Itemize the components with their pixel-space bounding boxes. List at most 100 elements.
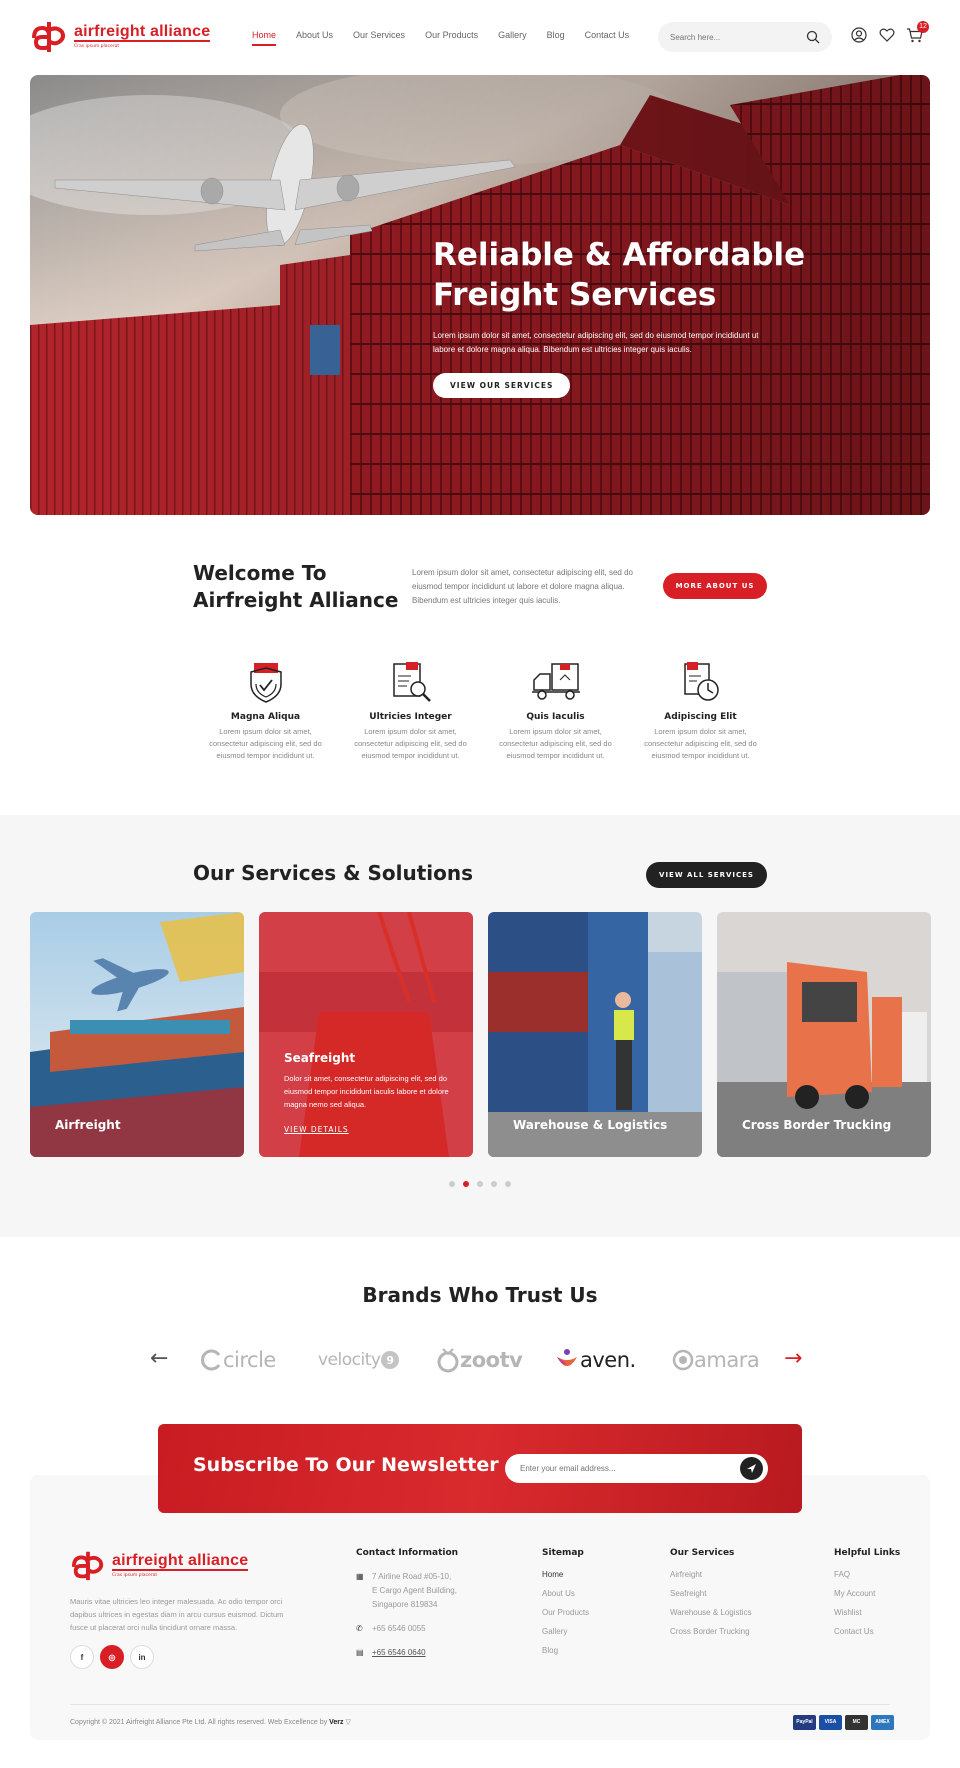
aven-logo-icon xyxy=(557,1349,577,1366)
view-details-link[interactable]: VIEW DETAILS xyxy=(284,1125,349,1134)
social-links: f ◎ in xyxy=(70,1645,154,1669)
feature-title: Adipiscing Elit xyxy=(664,712,737,722)
footer-link-home[interactable]: Home xyxy=(542,1570,589,1579)
phone-icon: ✆ xyxy=(356,1624,363,1633)
contact-fax: ▤ +65 6546 0640 xyxy=(356,1646,506,1660)
site-logo[interactable]: airfreight alliance Cras ipsum placerat xyxy=(30,18,211,54)
logo-name: airfreight alliance xyxy=(74,23,211,42)
clock-document-icon xyxy=(683,662,719,701)
paypal-icon: PayPal xyxy=(793,1715,816,1730)
hero-subtitle: Lorem ipsum dolor sit amet, consectetur … xyxy=(433,331,759,354)
brand-logo-aven: aven. xyxy=(554,1345,636,1375)
features-row: Magna Aliqua Lorem ipsum dolor sit amet,… xyxy=(193,660,773,762)
feature-item: Magna Aliqua Lorem ipsum dolor sit amet,… xyxy=(193,660,338,762)
facebook-icon[interactable]: f xyxy=(70,1645,94,1669)
instagram-icon[interactable]: ◎ xyxy=(100,1645,124,1669)
footer-link-contact-us[interactable]: Contact Us xyxy=(834,1627,900,1636)
linkedin-icon[interactable]: in xyxy=(130,1645,154,1669)
brands-next-arrow[interactable]: → xyxy=(784,1348,802,1370)
heart-icon[interactable] xyxy=(878,26,896,44)
feature-description: Lorem ipsum dolor sit amet, consectetur … xyxy=(209,727,322,760)
service-card-airfreight[interactable]: Airfreight xyxy=(30,912,244,1157)
nav-our-products[interactable]: Our Products xyxy=(425,30,478,46)
carousel-dots xyxy=(449,1181,511,1187)
nav-our-services[interactable]: Our Services xyxy=(353,30,405,46)
nav-gallery[interactable]: Gallery xyxy=(498,30,527,46)
hero-title-line-2: Freight Services xyxy=(433,277,717,313)
footer-sitemap-column: Sitemap Home About Us Our Products Galle… xyxy=(542,1548,589,1665)
newsletter-email-input[interactable] xyxy=(505,1454,768,1483)
zootv-logo-icon xyxy=(437,1348,459,1373)
footer-logo[interactable]: airfreight alliance Cras ipsum placerat xyxy=(70,1548,249,1582)
feature-description: Lorem ipsum dolor sit amet, consectetur … xyxy=(499,727,612,760)
feature-title: Ultricies Integer xyxy=(369,712,452,722)
footer-link-airfreight[interactable]: Airfreight xyxy=(670,1570,752,1579)
footer-link-wishlist[interactable]: Wishlist xyxy=(834,1608,900,1617)
footer-link-faq[interactable]: FAQ xyxy=(834,1570,900,1579)
feature-title: Quis Iaculis xyxy=(526,712,585,722)
footer-logo-tagline: Cras ipsum placerat xyxy=(112,1573,158,1578)
footer-helpful-column: Helpful Links FAQ My Account Wishlist Co… xyxy=(834,1548,900,1646)
newsletter-title: Subscribe To Our Newsletter xyxy=(193,1454,499,1476)
carousel-dot[interactable] xyxy=(491,1181,497,1187)
carousel-dot[interactable] xyxy=(505,1181,511,1187)
circle-logo-icon xyxy=(201,1349,221,1371)
footer-link-about-us[interactable]: About Us xyxy=(542,1589,589,1598)
footer-helpful-title: Helpful Links xyxy=(834,1548,901,1558)
footer-link-blog[interactable]: Blog xyxy=(542,1646,589,1655)
amara-logo-icon xyxy=(672,1349,694,1371)
service-card-label: Cross Border Trucking xyxy=(742,1118,892,1132)
more-about-us-button[interactable]: MORE ABOUT US xyxy=(663,573,767,599)
send-icon xyxy=(747,1464,756,1473)
search-icon[interactable] xyxy=(806,30,820,44)
footer-link-my-account[interactable]: My Account xyxy=(834,1589,900,1598)
footer-link-our-products[interactable]: Our Products xyxy=(542,1608,589,1617)
newsletter-submit-button[interactable] xyxy=(740,1457,763,1480)
carousel-dot[interactable] xyxy=(477,1181,483,1187)
view-all-services-button[interactable]: VIEW ALL SERVICES xyxy=(646,862,767,888)
shield-box-icon xyxy=(249,663,282,703)
document-search-icon xyxy=(392,662,431,702)
main-nav: Home About Us Our Services Our Products … xyxy=(252,30,649,46)
verz-credit-link[interactable]: Verz xyxy=(329,1719,343,1726)
brands-prev-arrow[interactable]: ← xyxy=(150,1348,168,1370)
service-card-label: Seafreight xyxy=(284,1051,356,1065)
footer-link-gallery[interactable]: Gallery xyxy=(542,1627,589,1636)
cart-button[interactable]: 12 xyxy=(906,21,929,44)
footer-link-trucking[interactable]: Cross Border Trucking xyxy=(670,1627,752,1636)
service-card-label: Airfreight xyxy=(55,1118,121,1132)
search-input[interactable] xyxy=(670,32,806,42)
brands-title: Brands Who Trust Us xyxy=(362,1283,598,1307)
view-our-services-button[interactable]: VIEW OUR SERVICES xyxy=(433,373,571,398)
fax-icon: ▤ xyxy=(356,1648,364,1657)
footer-divider xyxy=(70,1704,890,1705)
service-card-warehouse[interactable]: Warehouse & Logistics xyxy=(488,912,702,1157)
service-card-trucking[interactable]: Cross Border Trucking xyxy=(717,912,931,1157)
nav-blog[interactable]: Blog xyxy=(547,30,565,46)
carousel-dot-active[interactable] xyxy=(463,1181,469,1187)
service-card-description: Dolor sit amet, consectetur adipiscing e… xyxy=(284,1074,449,1109)
service-card-seafreight[interactable]: Seafreight Dolor sit amet, consectetur a… xyxy=(259,912,473,1157)
nav-about-us[interactable]: About Us xyxy=(296,30,333,46)
welcome-title: Welcome To Airfreight Alliance xyxy=(193,560,413,614)
hero-title-line-1: Reliable & Affordable xyxy=(433,237,806,273)
services-carousel: Airfreight Seafreight Dolor sit amet, co… xyxy=(30,912,931,1157)
nav-contact-us[interactable]: Contact Us xyxy=(585,30,630,46)
newsletter-banner: Subscribe To Our Newsletter xyxy=(158,1424,802,1513)
footer-link-warehouse[interactable]: Warehouse & Logistics xyxy=(670,1608,752,1617)
brand-logo-amara: amara xyxy=(672,1345,760,1375)
footer-logo-name: airfreight alliance xyxy=(112,1552,249,1571)
payment-methods: PayPal VISA MC AMEX xyxy=(793,1715,894,1730)
carousel-dot[interactable] xyxy=(449,1181,455,1187)
footer-services-title: Our Services xyxy=(670,1548,735,1558)
feature-item: Ultricies Integer Lorem ipsum dolor sit … xyxy=(338,660,483,762)
footer-contact-title: Contact Information xyxy=(356,1548,459,1558)
footer-link-seafreight[interactable]: Seafreight xyxy=(670,1589,752,1598)
footer-contact-column: Contact Information ▦ 7 Airline Road #05… xyxy=(356,1548,506,1670)
contact-address: ▦ 7 Airline Road #05-10, E Cargo Agent Bu… xyxy=(356,1570,506,1612)
services-section: Our Services & Solutions VIEW ALL SERVIC… xyxy=(0,815,960,1237)
nav-home[interactable]: Home xyxy=(252,30,277,46)
map-icon: ▦ xyxy=(356,1572,364,1581)
site-header: airfreight alliance Cras ipsum placerat … xyxy=(0,0,960,74)
user-icon[interactable] xyxy=(850,26,868,44)
